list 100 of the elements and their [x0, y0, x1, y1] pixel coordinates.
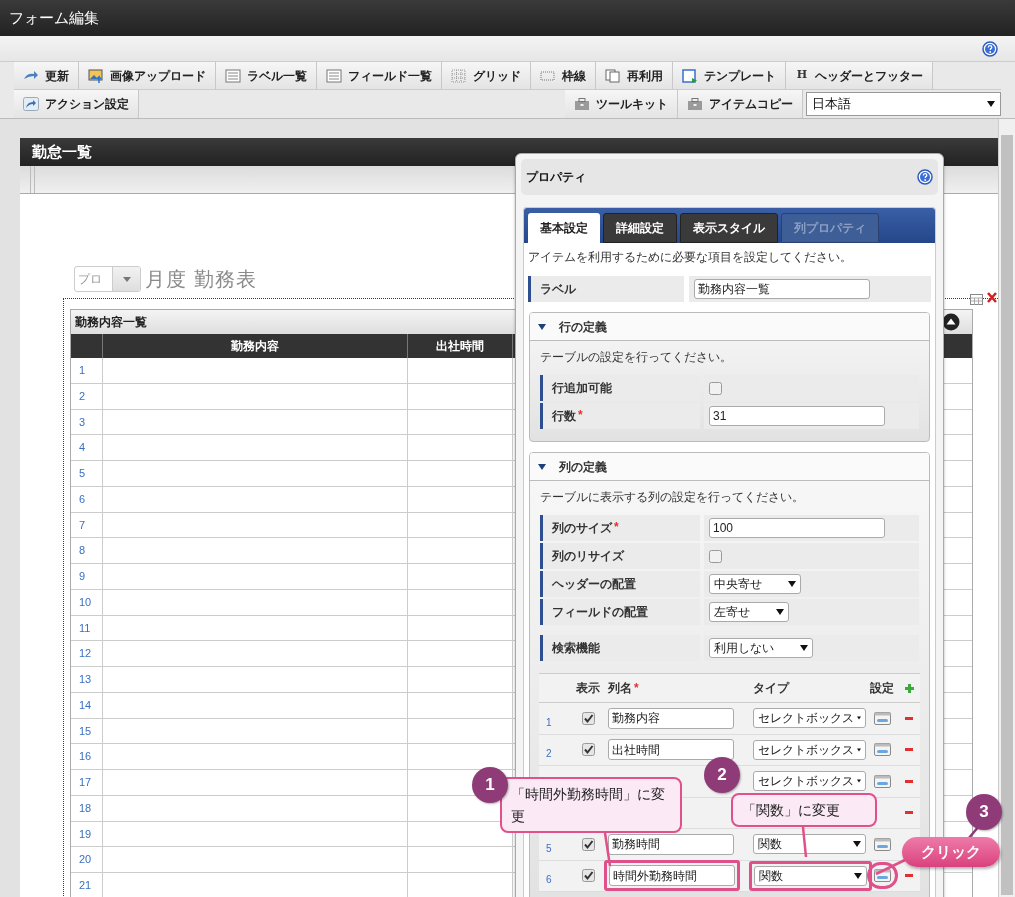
- column-header: 勤務内容: [103, 334, 408, 358]
- add-icon[interactable]: [904, 683, 914, 693]
- row-number: 20: [79, 852, 92, 868]
- select-box[interactable]: 関数: [753, 834, 866, 855]
- column-header: 列名: [608, 680, 632, 697]
- select-box[interactable]: 利用しない: [709, 638, 813, 658]
- text-field[interactable]: 100: [709, 518, 885, 538]
- template-icon: [682, 68, 698, 83]
- toolbar-button[interactable]: フィールド一覧: [317, 62, 442, 89]
- toolbar-button[interactable]: 再利用: [596, 62, 673, 89]
- help-icon[interactable]: [917, 169, 933, 185]
- text-field[interactable]: 31: [709, 406, 885, 426]
- callout-bubble: 「関数」に変更: [731, 793, 877, 827]
- caret-icon: [538, 323, 546, 330]
- settings-icon[interactable]: [873, 837, 891, 851]
- caret-icon: [987, 101, 995, 107]
- row-number: 1: [79, 363, 86, 379]
- row-number: 21: [79, 878, 92, 894]
- share-arrow-icon: [23, 97, 39, 111]
- tab[interactable]: 詳細設定: [603, 213, 677, 243]
- toolbar-button[interactable]: ラベル一覧: [216, 62, 317, 89]
- row-number: 8: [79, 543, 86, 559]
- toolbar-button[interactable]: ツールキット: [565, 90, 678, 118]
- grid-icon: [451, 68, 467, 83]
- row-number: 12: [79, 646, 92, 662]
- checkbox[interactable]: [581, 869, 595, 883]
- select-box[interactable]: セレクトボックス: [753, 771, 866, 792]
- form-heading: 月度 勤務表: [145, 267, 257, 292]
- field-label: ヘッダーの配置: [540, 571, 700, 597]
- callout-bubble: 「時間外勤務時間」に変更: [500, 777, 682, 833]
- toolbar-button[interactable]: グリッド: [442, 62, 531, 89]
- toolbar-button[interactable]: テンプレート: [673, 62, 786, 89]
- dotted-border-icon: [540, 68, 556, 83]
- toolbar-button[interactable]: 画像アップロード: [79, 62, 216, 89]
- row-number: 17: [79, 775, 92, 791]
- checkbox[interactable]: [581, 711, 595, 725]
- row-number: 1: [546, 716, 552, 728]
- checkbox[interactable]: [709, 549, 722, 563]
- row-number: 7: [79, 517, 86, 533]
- row-number: 5: [79, 466, 86, 482]
- table-icon[interactable]: [970, 294, 983, 305]
- row-number: 4: [79, 440, 86, 456]
- field-label: 検索機能: [540, 635, 700, 661]
- field-label: 列のサイズ *: [540, 515, 700, 541]
- help-icon[interactable]: [982, 40, 998, 57]
- row-number: 2: [79, 388, 86, 404]
- briefcase-icon: [574, 97, 590, 111]
- select-box[interactable]: セレクトボックス: [753, 739, 866, 760]
- section-description: テーブルの設定を行ってください。: [540, 349, 733, 366]
- field-label: 行数 *: [540, 403, 700, 429]
- section-header[interactable]: 列の定義: [530, 453, 929, 481]
- remove-icon[interactable]: [905, 716, 913, 720]
- select-box[interactable]: 左寄せ: [709, 602, 789, 622]
- settings-icon[interactable]: [873, 774, 891, 788]
- delete-icon[interactable]: [987, 292, 997, 303]
- row-number: 6: [546, 874, 552, 886]
- toolbar-button[interactable]: 枠線: [531, 62, 596, 89]
- settings-icon[interactable]: [873, 711, 891, 725]
- settings-icon[interactable]: [873, 743, 891, 757]
- toolbar-button[interactable]: H ヘッダーとフッター: [786, 62, 933, 89]
- toolbar-button[interactable]: アイテムコピー: [678, 90, 803, 118]
- language-select[interactable]: 日本語: [806, 92, 1001, 116]
- row-number: 11: [79, 620, 91, 636]
- select-box[interactable]: セレクトボックス: [753, 708, 866, 729]
- row-number: 3: [79, 414, 86, 430]
- text-field[interactable]: 時間外勤務時間: [609, 865, 735, 887]
- row-number: 18: [79, 800, 92, 816]
- caret-icon: [800, 645, 808, 651]
- leader-line: [801, 825, 808, 859]
- text-field[interactable]: 勤務時間: [608, 833, 734, 855]
- text-field[interactable]: 勤務内容一覧: [694, 279, 870, 299]
- checkbox[interactable]: [581, 837, 595, 851]
- toolbar-button[interactable]: 更新: [14, 62, 79, 89]
- remove-icon[interactable]: [905, 811, 913, 815]
- tab[interactable]: 基本設定: [528, 213, 600, 243]
- remove-icon[interactable]: [905, 779, 913, 783]
- row-number: 5: [546, 842, 552, 854]
- row-number: 9: [79, 569, 86, 585]
- briefcase-icon: [687, 97, 703, 111]
- checkbox[interactable]: [581, 743, 595, 757]
- row-number: 6: [79, 491, 86, 507]
- required-mark: *: [634, 680, 639, 697]
- column-header: 表示: [576, 680, 600, 697]
- row-number: 13: [79, 672, 92, 688]
- remove-icon[interactable]: [905, 874, 913, 878]
- section-description: テーブルに表示する列の設定を行ってください。: [540, 489, 805, 506]
- column-header: 設定: [870, 680, 894, 697]
- select-box[interactable]: 中央寄せ: [709, 574, 801, 594]
- text-field[interactable]: 出社時間: [608, 739, 734, 761]
- remove-icon[interactable]: [905, 748, 913, 752]
- toolbar-button[interactable]: アクション設定: [14, 90, 139, 118]
- header-footer-icon: H: [795, 67, 809, 84]
- caret-icon: [857, 715, 861, 722]
- text-field[interactable]: 勤務内容: [608, 707, 734, 729]
- section-header[interactable]: 行の定義: [530, 313, 929, 341]
- checkbox[interactable]: [709, 381, 722, 395]
- tab[interactable]: 表示スタイル: [680, 213, 778, 243]
- field-label: フィールドの配置: [540, 599, 700, 625]
- caret-icon: [122, 276, 131, 282]
- select-box[interactable]: 関数: [754, 865, 867, 886]
